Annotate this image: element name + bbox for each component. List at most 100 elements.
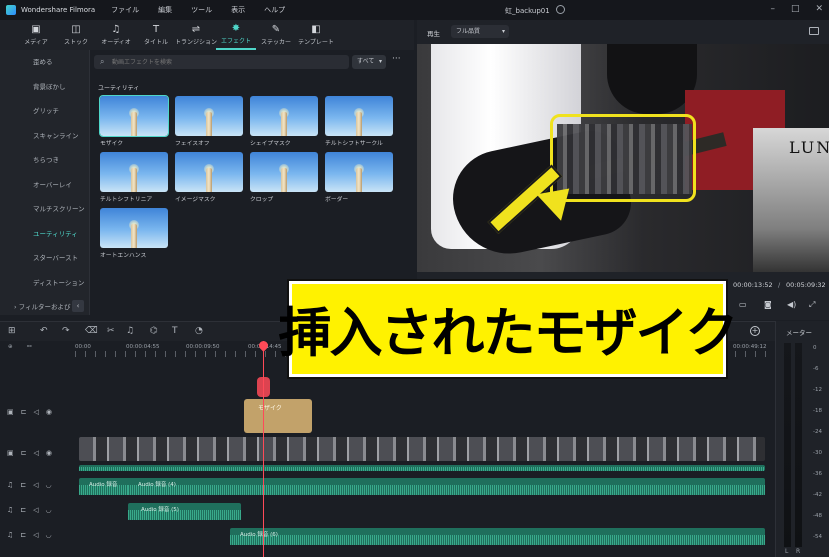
- folder-icon[interactable]: ⊏: [21, 408, 27, 416]
- meter-title[interactable]: メーター: [786, 327, 812, 337]
- category-item[interactable]: グリッチ: [0, 99, 89, 124]
- link-icon[interactable]: ⚯: [27, 344, 32, 350]
- category-item[interactable]: 歪める: [0, 50, 89, 75]
- category-item[interactable]: ユーティリティ: [0, 222, 89, 247]
- category-item[interactable]: スキャンライン: [0, 124, 89, 149]
- add-track-icon[interactable]: ⊕: [8, 344, 13, 350]
- music-note-icon: ♫: [111, 24, 121, 35]
- effect-label: オートエンハンス: [100, 253, 147, 259]
- speaker-icon[interactable]: ◁: [33, 506, 38, 514]
- menu-file[interactable]: ファイル: [111, 5, 139, 15]
- tab-music-note[interactable]: ♫ オーディオ: [96, 20, 136, 50]
- zoom-plus-icon[interactable]: +: [750, 326, 760, 336]
- tab-title[interactable]: T タイトル: [136, 20, 176, 50]
- effect-thumbnail[interactable]: [175, 96, 243, 136]
- project-title: 虹_backup01: [505, 7, 550, 15]
- folder-icon[interactable]: ⊏: [20, 531, 26, 539]
- preview-video: LUNA: [417, 44, 829, 272]
- title-icon: T: [152, 24, 160, 35]
- effect-thumbnail[interactable]: [250, 152, 318, 192]
- video-clip[interactable]: [79, 437, 765, 461]
- menu-tools[interactable]: ツール: [191, 5, 212, 15]
- effect-filter-dropdown[interactable]: すべて ▾: [352, 55, 386, 69]
- camera-icon[interactable]: ◙: [764, 300, 772, 309]
- tab-effect[interactable]: ✸ エフェクト: [216, 20, 256, 50]
- category-item[interactable]: スターバースト: [0, 246, 89, 271]
- track-header-video: ▣ ⊏ ◁ ◉: [0, 449, 75, 457]
- menu-bar: ファイル 編集 ツール 表示 ヘルプ: [111, 5, 304, 15]
- eye-icon[interactable]: ◉: [46, 408, 52, 416]
- tab-label: タイトル: [143, 39, 168, 46]
- playhead[interactable]: [263, 341, 264, 557]
- volume-icon[interactable]: ◀): [787, 300, 796, 309]
- effect-search-box[interactable]: ⌕: [94, 55, 349, 69]
- caption-banner: 挿入されたモザイク: [279, 281, 738, 377]
- tab-transition[interactable]: ⇌ トランジション: [175, 20, 217, 50]
- meter-scale-label: -18: [813, 408, 822, 414]
- category-item[interactable]: 背景ぼかし: [0, 75, 89, 100]
- snapshot-icon[interactable]: [809, 27, 819, 35]
- close-icon[interactable]: ✕: [815, 4, 823, 14]
- ruler-time: 00:00: [75, 344, 91, 350]
- fullscreen-icon[interactable]: ⤢: [809, 300, 815, 310]
- speaker-icon[interactable]: ◁: [34, 408, 39, 416]
- layout-icon[interactable]: ⊞: [8, 326, 16, 336]
- folder-icon[interactable]: ⊏: [21, 449, 27, 457]
- track-header-audio-3: ♫ ⊏ ◁ ◡: [0, 531, 75, 539]
- effect-thumbnail[interactable]: [100, 208, 168, 248]
- audio-clip[interactable]: [79, 465, 765, 471]
- menu-view[interactable]: 表示: [231, 5, 245, 15]
- sync-icon[interactable]: [556, 5, 565, 14]
- speed-icon[interactable]: ◔: [195, 326, 203, 336]
- transition-icon: ⇌: [191, 24, 201, 35]
- menu-help[interactable]: ヘルプ: [264, 5, 285, 15]
- effect-search-input[interactable]: [112, 56, 342, 68]
- tab-media[interactable]: ▣ メディア: [16, 20, 56, 50]
- redo-icon[interactable]: ↷: [62, 326, 70, 336]
- speaker-icon[interactable]: ◁: [33, 481, 38, 489]
- headphone-icon[interactable]: ◡: [46, 506, 52, 514]
- delete-icon[interactable]: ⌫: [85, 326, 98, 336]
- effect-thumbnail[interactable]: [100, 152, 168, 192]
- folder-icon[interactable]: ⊏: [20, 506, 26, 514]
- category-item[interactable]: ディストーション: [0, 271, 89, 296]
- tag-icon[interactable]: ⌬: [150, 326, 158, 336]
- monitor-icon[interactable]: ▭: [739, 300, 747, 309]
- more-options-icon[interactable]: ···: [392, 54, 401, 64]
- maximize-icon[interactable]: □: [791, 4, 800, 14]
- category-item[interactable]: ちらつき: [0, 148, 89, 173]
- speaker-icon[interactable]: ◁: [33, 531, 38, 539]
- headphone-icon[interactable]: ◡: [46, 481, 52, 489]
- collapse-panel-icon[interactable]: ‹: [72, 300, 84, 312]
- thumbnail-lighthouse: [131, 168, 137, 192]
- effect-thumbnail[interactable]: [325, 152, 393, 192]
- track-header-audio-2: ♫ ⊏ ◁ ◡: [0, 506, 75, 514]
- effect-thumbnail[interactable]: [175, 152, 243, 192]
- tab-stock[interactable]: ◫ ストック: [56, 20, 96, 50]
- effect-thumbnail[interactable]: [325, 96, 393, 136]
- folder-icon[interactable]: ⊏: [20, 481, 26, 489]
- tab-template[interactable]: ◧ テンプレート: [296, 20, 336, 50]
- category-item[interactable]: オーバーレイ: [0, 173, 89, 198]
- speaker-icon[interactable]: ◁: [34, 449, 39, 457]
- menu-edit[interactable]: 編集: [158, 5, 172, 15]
- effect-thumbnail[interactable]: [250, 96, 318, 136]
- audio-clip-label: Audio 録音 (6): [240, 532, 278, 538]
- thumbnail-lighthouse: [206, 168, 212, 192]
- tab-sticker[interactable]: ✎ ステッカー: [256, 20, 296, 50]
- play-label[interactable]: 再生: [427, 28, 440, 38]
- quality-dropdown[interactable]: フル品質 ▾: [451, 25, 509, 38]
- filter-label: すべて: [357, 58, 375, 65]
- audio-clip[interactable]: [230, 528, 765, 545]
- minimize-icon[interactable]: –: [770, 4, 775, 14]
- category-item[interactable]: マルチスクリーン: [0, 197, 89, 222]
- undo-icon[interactable]: ↶: [40, 326, 48, 336]
- eye-icon[interactable]: ◉: [46, 449, 52, 457]
- audio-edit-icon[interactable]: ♫: [126, 326, 134, 336]
- effect-thumbnail[interactable]: [99, 95, 169, 137]
- section-title: ユーティリティ: [98, 85, 140, 92]
- cut-icon[interactable]: ✂: [107, 326, 115, 336]
- audio-clip[interactable]: [128, 478, 765, 495]
- headphone-icon[interactable]: ◡: [46, 531, 52, 539]
- text-icon[interactable]: T: [172, 326, 178, 336]
